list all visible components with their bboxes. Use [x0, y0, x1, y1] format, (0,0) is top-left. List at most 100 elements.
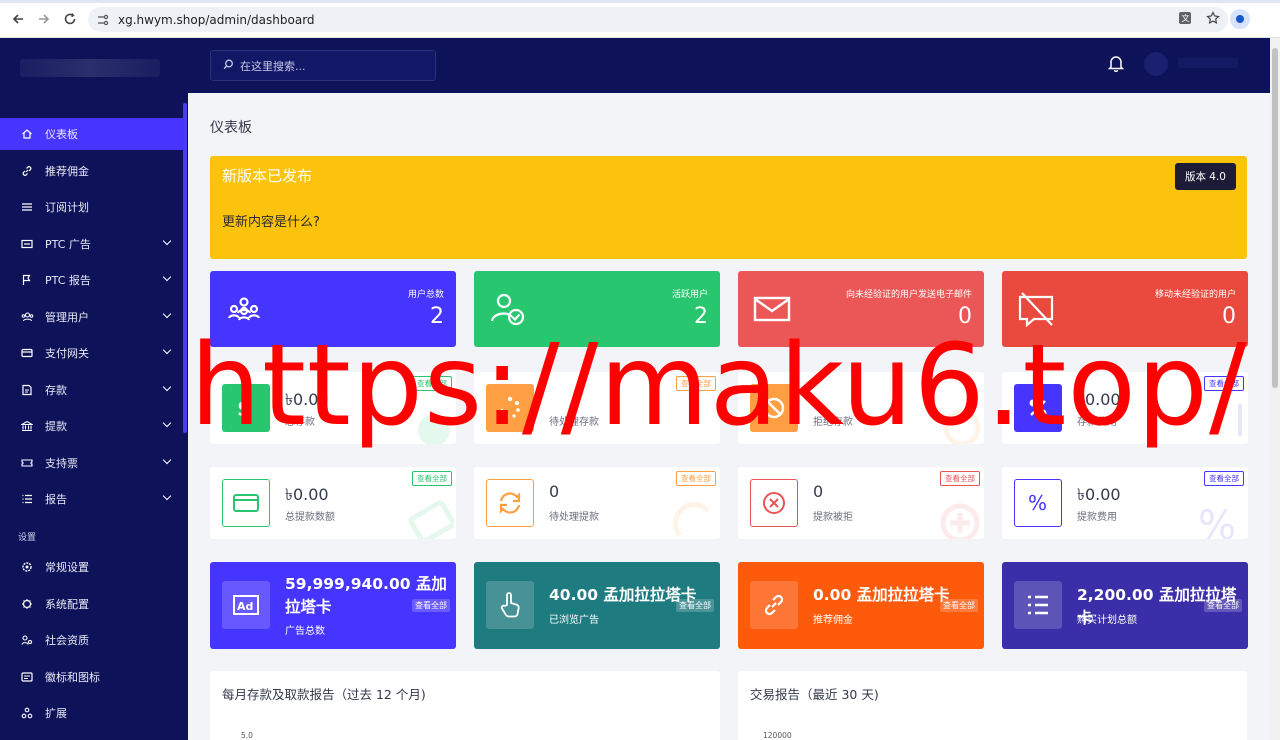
card-value: 40.00 孟加拉拉塔卡: [549, 586, 697, 604]
stat-value: 0: [1222, 304, 1236, 329]
ad-icon: Ad: [222, 581, 270, 629]
stat-label: 移动未经验证的用户: [1154, 290, 1236, 300]
user-check-icon: [488, 289, 528, 329]
card-value: 0.00 孟加拉拉塔卡: [813, 586, 950, 604]
announcement-subtitle[interactable]: 更新内容是什么?: [222, 211, 320, 230]
sidebar-item-plans[interactable]: 订阅计划: [0, 191, 184, 223]
card-total-withdraw[interactable]: ৳0.00 总提款数额 查看全部: [210, 467, 456, 539]
sidebar-item-general-settings[interactable]: 常规设置: [0, 551, 184, 583]
view-all-link[interactable]: 查看全部: [940, 471, 980, 486]
sidebar-item-deposits[interactable]: 存款: [0, 374, 184, 406]
flag-icon: [20, 273, 34, 287]
chevron-down-icon[interactable]: [162, 418, 172, 428]
sidebar-item-extensions[interactable]: 扩展: [0, 697, 184, 729]
card-rejected-withdraw[interactable]: 0 提款被拒 查看全部: [738, 467, 984, 539]
forward-icon[interactable]: [30, 5, 58, 33]
stat-active-users[interactable]: 活跃用户 2: [474, 271, 720, 347]
sidebar-item-dashboard[interactable]: 仪表板: [0, 118, 184, 150]
view-all-link[interactable]: 查看全部: [412, 471, 452, 486]
search-placeholder[interactable]: 在这里搜索...: [240, 58, 306, 74]
url-text[interactable]: xg.hwym.shop/admin/dashboard: [118, 13, 315, 27]
sidebar-item-referral[interactable]: 推荐佣金: [0, 155, 184, 187]
bookmark-star-icon[interactable]: [1206, 10, 1220, 29]
card-deposit-charge[interactable]: ৳0.00 存款费用 查看全部: [1002, 372, 1248, 444]
sidebar-item-manage-users[interactable]: 管理用户: [0, 301, 184, 333]
card-plan-purchases[interactable]: 2,200.00 孟加拉拉塔卡 购买计划总额 查看全部: [1002, 562, 1248, 649]
chevron-down-icon[interactable]: [162, 345, 172, 355]
sidebar-item-social[interactable]: 社会资质: [0, 624, 184, 656]
page-scrollbar[interactable]: [1270, 38, 1280, 740]
home-icon: [20, 127, 34, 141]
card-pending-withdraw[interactable]: 0 待处理提款 查看全部: [474, 467, 720, 539]
chart-y-tick: 120000: [763, 731, 792, 740]
stat-total-users[interactable]: 用户总数 2: [210, 271, 456, 347]
card-pending-deposit[interactable]: 待处理存款 查看全部: [474, 372, 720, 444]
sidebar-item-ptc-ads[interactable]: PTC 广告: [0, 228, 184, 260]
sidebar-item-reports[interactable]: 报告: [0, 483, 184, 515]
bell-icon[interactable]: [1107, 54, 1125, 73]
ad-icon: [20, 237, 34, 251]
reload-icon[interactable]: [56, 5, 84, 33]
brand-logo[interactable]: [0, 38, 188, 98]
site-info-icon[interactable]: [96, 13, 110, 27]
panel-title: 交易报告（最近 30 天): [750, 687, 879, 702]
card-label: 总提款数额: [285, 512, 335, 523]
x-circle-bg-icon: [940, 503, 980, 539]
spinner-icon: [486, 384, 534, 432]
view-all-link[interactable]: 查看全部: [1204, 599, 1242, 612]
sidebar-item-label: PTC 广告: [45, 237, 91, 251]
stat-mobile-unverified[interactable]: 移动未经验证的用户 0: [1002, 271, 1248, 347]
users-icon: [20, 310, 34, 324]
card-total-ads[interactable]: Ad 59,999,940.00 孟加拉塔卡 广告总数 查看全部: [210, 562, 456, 649]
sidebar-item-ptc-report[interactable]: PTC 报告: [0, 264, 184, 296]
view-all-link[interactable]: 查看全部: [676, 376, 716, 391]
card-rejected-deposit[interactable]: 拒绝存款: [738, 372, 984, 444]
user-menu[interactable]: [1178, 58, 1238, 68]
money-icon: $: [222, 384, 270, 432]
card-withdraw-charge[interactable]: % ৳0.00 提款费用 查看全部 %: [1002, 467, 1248, 539]
view-all-link[interactable]: 查看全部: [940, 599, 978, 612]
sidebar-item-label: 推荐佣金: [45, 164, 89, 178]
search-input[interactable]: 在这里搜索...: [210, 50, 436, 81]
money-bg-icon: [418, 414, 450, 444]
chevron-down-icon[interactable]: [162, 382, 172, 391]
chevron-down-icon[interactable]: [162, 236, 172, 245]
sidebar-item-system-config[interactable]: 系统配置: [0, 588, 184, 620]
card-value: ৳0.00: [285, 390, 329, 409]
translate-icon[interactable]: 文: [1178, 10, 1192, 29]
wallet-icon: [222, 479, 270, 527]
page-title: 仪表板: [210, 120, 252, 136]
sidebar-item-support-tickets[interactable]: 支持票: [0, 447, 184, 479]
view-all-link[interactable]: 查看全部: [676, 599, 714, 612]
stat-email-unverified[interactable]: 向未经验证的用户发送电子邮件 0: [738, 271, 984, 347]
sidebar-item-label: 支持票: [45, 456, 78, 470]
extension-icon: [20, 706, 34, 720]
chevron-down-icon[interactable]: [162, 309, 172, 318]
back-icon[interactable]: [4, 5, 32, 33]
cog-icon: [20, 597, 34, 611]
card-label: 广告总数: [285, 626, 325, 637]
sidebar-item-withdrawals[interactable]: 提款: [0, 410, 184, 442]
view-all-link[interactable]: 查看全部: [1204, 471, 1244, 486]
sidebar-item-logo-favicon[interactable]: 徽标和图标: [0, 661, 184, 693]
view-all-link[interactable]: 查看全部: [1204, 376, 1244, 391]
card-referral-commission[interactable]: 0.00 孟加拉拉塔卡 推荐佣金 查看全部: [738, 562, 984, 649]
chevron-down-icon[interactable]: [162, 272, 172, 282]
percent-icon: %: [1014, 479, 1062, 527]
address-bar[interactable]: xg.hwym.shop/admin/dashboard: [88, 7, 1228, 32]
chevron-down-icon[interactable]: [162, 455, 172, 464]
sidebar-item-label: 管理用户: [45, 310, 89, 324]
card-value: ৳0.00: [1077, 390, 1121, 409]
view-all-link[interactable]: 查看全部: [412, 376, 452, 391]
card-total-deposit[interactable]: $ ৳0.00 总存款 查看全部: [210, 372, 456, 444]
view-all-link[interactable]: 查看全部: [412, 599, 450, 612]
list-icon: [1014, 581, 1062, 629]
envelope-icon: [752, 289, 792, 329]
card-viewed-ads[interactable]: 40.00 孟加拉拉塔卡 已浏览广告 查看全部: [474, 562, 720, 649]
chevron-down-icon[interactable]: [162, 491, 172, 501]
view-all-link[interactable]: 查看全部: [676, 471, 716, 486]
sidebar-item-payment-gateways[interactable]: 支付网关: [0, 337, 184, 369]
card-label: 推荐佣金: [813, 615, 853, 626]
profile-avatar-icon[interactable]: [1230, 9, 1250, 29]
avatar[interactable]: [1144, 52, 1168, 76]
